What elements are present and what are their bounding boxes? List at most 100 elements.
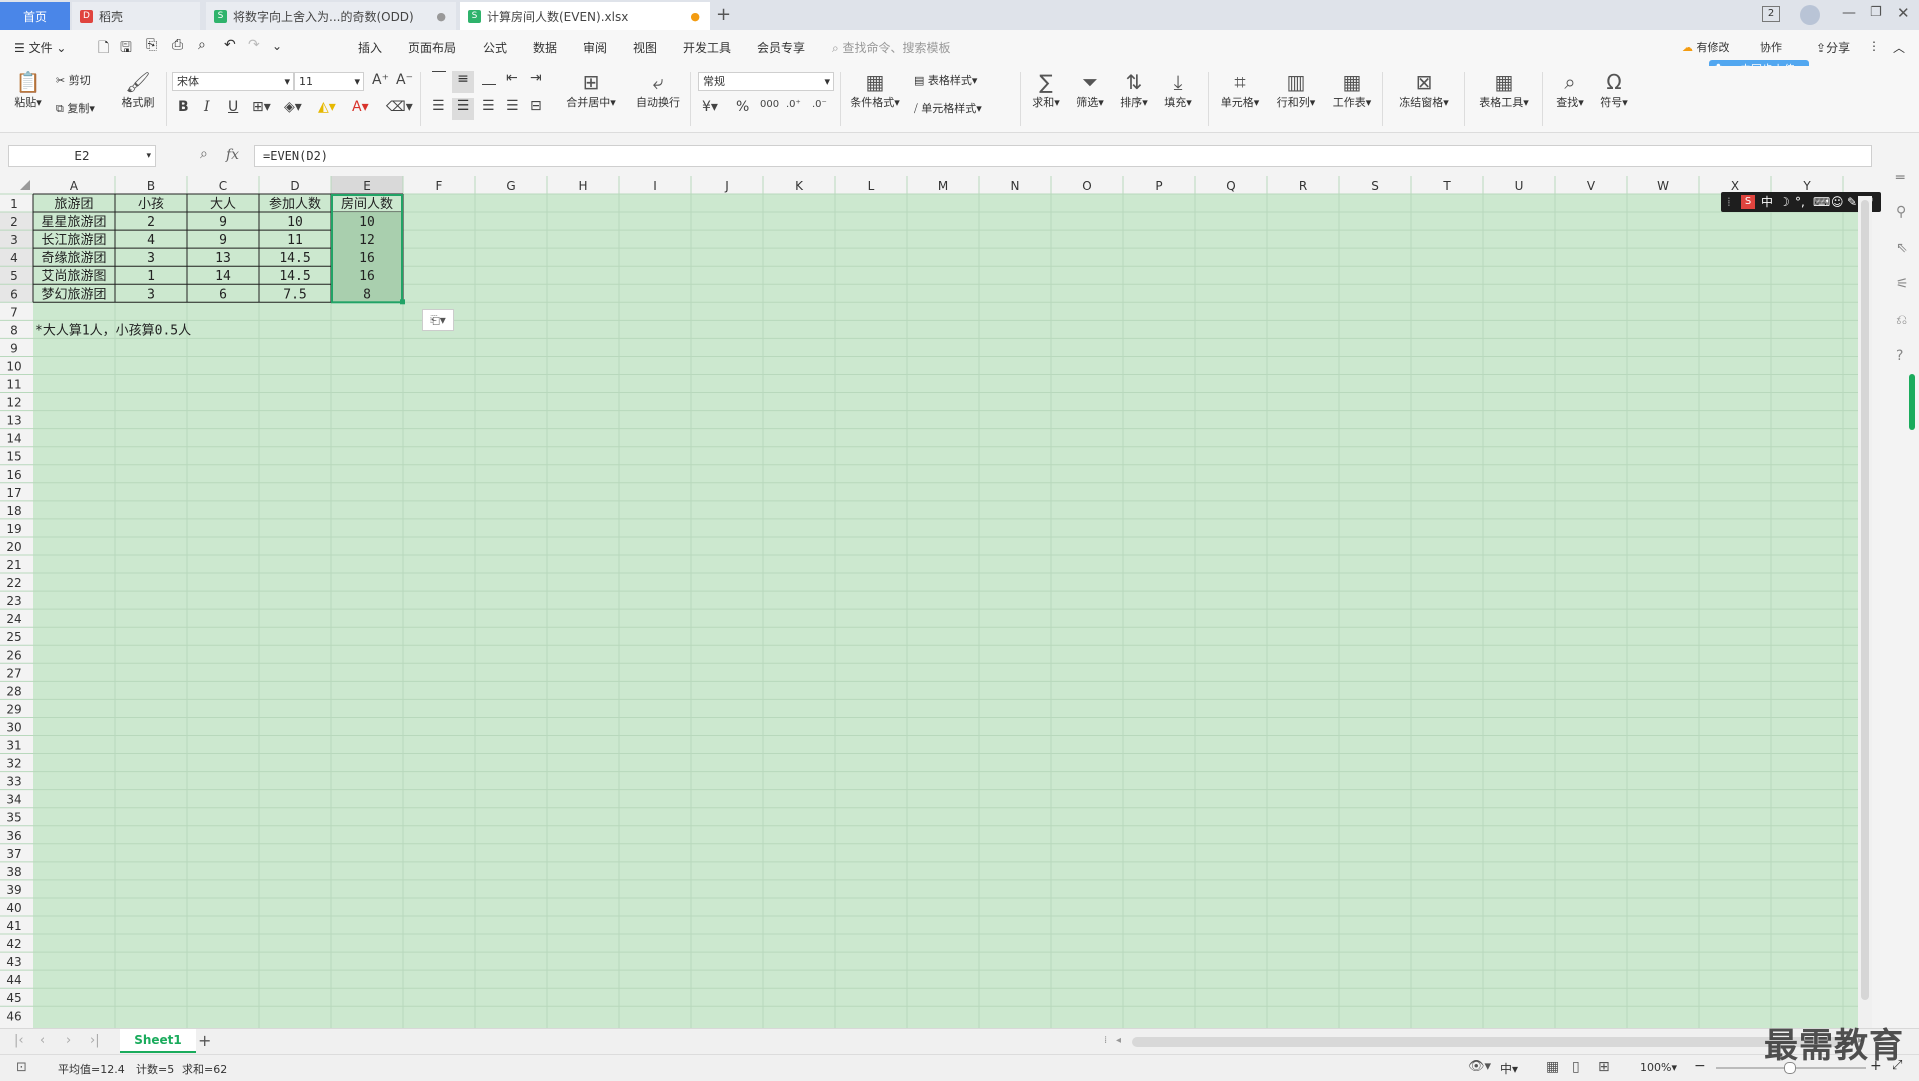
menu-data[interactable]: 数据 — [533, 39, 557, 56]
font-size-select[interactable]: 11 ▾ — [294, 72, 364, 91]
prev-sheet-icon[interactable]: ‹ — [40, 1033, 45, 1048]
name-box[interactable]: E2 ▾ — [8, 145, 156, 167]
wrench-icon[interactable]: ✎ — [1847, 192, 1857, 212]
eye-protect-icon[interactable]: 👁▾ — [1468, 1059, 1491, 1074]
percent-icon[interactable]: % — [736, 99, 749, 115]
page-layout-view-icon[interactable]: ▯ — [1572, 1059, 1580, 1075]
punct-icon[interactable]: °, — [1795, 192, 1805, 212]
indent-increase-icon[interactable]: ⇥ — [530, 70, 542, 86]
thousands-icon[interactable]: 000 — [760, 99, 779, 110]
italic-button[interactable]: I — [204, 99, 210, 115]
unsaved-dot-icon[interactable]: ● — [690, 10, 700, 23]
fill-button[interactable]: ⤓ 填充▾ — [1160, 70, 1196, 110]
symbol-button[interactable]: Ω 符号▾ — [1596, 70, 1632, 110]
cell-button[interactable]: ⌗ 单元格▾ — [1216, 70, 1264, 110]
more-menu-icon[interactable]: ⋮ — [1868, 39, 1880, 53]
align-top-icon[interactable]: ⎺ — [432, 70, 446, 86]
border-icon[interactable]: ⊞▾ — [252, 99, 271, 115]
file-menu[interactable]: ☰ 文件 ⌄ — [14, 39, 66, 56]
table-style-button[interactable]: ▤ 表格样式▾ — [914, 72, 977, 88]
first-sheet-icon[interactable]: |‹ — [14, 1033, 24, 1048]
rocket-icon[interactable]: ⚲ — [1896, 204, 1906, 220]
filter-button[interactable]: ⏷ 筛选▾ — [1072, 70, 1108, 110]
sort-button[interactable]: ⇅ 排序▾ — [1116, 70, 1152, 110]
new-icon[interactable]: 🗋 — [98, 37, 109, 61]
cells-background[interactable] — [33, 194, 1858, 1028]
justify-icon[interactable]: ☰ — [506, 98, 519, 114]
new-tab-button[interactable]: + — [716, 4, 731, 25]
cut-button[interactable]: ✂ 剪切 — [56, 72, 91, 88]
menu-review[interactable]: 审阅 — [583, 39, 607, 56]
align-right-icon[interactable]: ☰ — [482, 98, 495, 114]
align-bottom-icon[interactable]: ⎽ — [482, 70, 496, 86]
vertical-scroll-indicator[interactable] — [1909, 374, 1915, 430]
zoom-slider[interactable] — [1716, 1062, 1866, 1074]
menu-view[interactable]: 视图 — [633, 39, 657, 56]
tab-even-file[interactable]: S 计算房间人数(EVEN).xlsx ● — [460, 2, 710, 30]
decrease-decimal-icon[interactable]: .0⁻ — [812, 99, 827, 110]
more-icon[interactable]: ⌄ — [272, 39, 282, 53]
minimize-icon[interactable]: — — [1842, 5, 1856, 21]
hscroll-left-icon[interactable]: ◂ — [1116, 1035, 1121, 1046]
redo-icon[interactable]: ↷ — [248, 37, 260, 53]
fill-style-icon[interactable]: ◈▾ — [284, 99, 302, 115]
page-break-view-icon[interactable]: ⊞ — [1598, 1059, 1610, 1075]
indent-decrease-icon[interactable]: ⇤ — [506, 70, 518, 86]
collaborate-button[interactable]: 协作 — [1760, 39, 1782, 55]
undo-icon[interactable]: ↶ — [224, 37, 236, 53]
menu-formulas[interactable]: 公式 — [483, 39, 507, 56]
conditional-format-button[interactable]: ▦ 条件格式▾ — [846, 70, 904, 110]
menu-member[interactable]: 会员专享 — [757, 39, 805, 56]
ime-mode[interactable]: 中 — [1761, 192, 1773, 212]
collapse-panel-icon[interactable]: ═ — [1896, 170, 1904, 186]
drag-handle-icon[interactable]: ⁞ — [1727, 192, 1731, 212]
zoom-formula-icon[interactable]: ⌕ — [200, 146, 208, 162]
select-icon[interactable]: ⇖ — [1896, 240, 1908, 256]
bold-button[interactable]: B — [178, 99, 189, 115]
next-sheet-icon[interactable]: › — [66, 1033, 71, 1048]
collapse-ribbon-icon[interactable]: ︿ — [1893, 39, 1905, 56]
menu-insert[interactable]: 插入 — [358, 39, 382, 56]
format-painter-button[interactable]: 🖌 格式刷 — [118, 70, 158, 110]
menu-developer[interactable]: 开发工具 — [683, 39, 731, 56]
paste-options-button[interactable]: ⎗▾ — [422, 309, 454, 331]
moon-icon[interactable]: ☽ — [1779, 192, 1790, 212]
keyboard-icon[interactable]: ⌨ — [1813, 192, 1830, 212]
font-color-icon[interactable]: A▾ — [352, 99, 369, 115]
cloud-status[interactable]: ☁ 有修改 — [1682, 39, 1730, 55]
close-window-icon[interactable]: ✕ — [1897, 4, 1910, 22]
zoom-level[interactable]: 100%▾ — [1640, 1061, 1677, 1074]
clear-format-icon[interactable]: ⌫▾ — [386, 99, 413, 115]
tab-odd-file[interactable]: S 将数字向上舍入为...的奇数(ODD) ● — [206, 2, 456, 30]
tab-home[interactable]: 首页 — [0, 2, 70, 30]
sheet-tab-sheet1[interactable]: Sheet1 — [120, 1029, 196, 1053]
normal-view-icon[interactable]: ▦ — [1546, 1059, 1559, 1075]
align-left-icon[interactable]: ☰ — [432, 98, 445, 114]
avatar[interactable] — [1800, 5, 1820, 25]
save-icon[interactable]: 🖫 — [120, 37, 132, 61]
row-col-button[interactable]: ▥ 行和列▾ — [1272, 70, 1320, 110]
function-button[interactable]: fx — [226, 147, 239, 163]
align-center-icon[interactable]: ☰ — [452, 98, 474, 120]
backup-icon[interactable]: ⎌ — [1896, 312, 1907, 328]
formula-input[interactable]: =EVEN(D2) — [254, 145, 1872, 167]
command-search[interactable]: ⌕ 查找命令、搜索模板 — [832, 39, 951, 56]
zoom-out-button[interactable]: − — [1694, 1058, 1706, 1074]
menu-page-layout[interactable]: 页面布局 — [408, 39, 456, 56]
last-sheet-icon[interactable]: ›| — [90, 1033, 100, 1048]
ime-toolbar[interactable]: ⁞ S 中 ☽ °, ⌨ ☺ ✎ ⤢ — [1721, 192, 1881, 212]
scroll-thumb[interactable] — [1861, 200, 1869, 1000]
decrease-font-icon[interactable]: A⁻ — [396, 72, 413, 88]
window-count-badge[interactable]: 2 — [1762, 6, 1780, 22]
share-button[interactable]: ⇪分享 — [1816, 39, 1850, 56]
copy-button[interactable]: ⧉ 复制▾ — [56, 100, 95, 116]
find-button[interactable]: ⌕ 查找▾ — [1552, 70, 1588, 110]
table-tools-button[interactable]: ▦ 表格工具▾ — [1474, 70, 1534, 110]
preview-icon[interactable]: ⌕ — [198, 37, 206, 53]
align-middle-icon[interactable]: ≡ — [452, 71, 474, 93]
restore-icon[interactable]: ❐ — [1870, 5, 1882, 20]
fill-color-icon[interactable]: ◭▾ — [318, 99, 336, 115]
cell-style-button[interactable]: ⧸ 单元格样式▾ — [914, 100, 982, 116]
add-sheet-button[interactable]: + — [198, 1031, 211, 1050]
currency-icon[interactable]: ¥▾ — [702, 99, 718, 115]
